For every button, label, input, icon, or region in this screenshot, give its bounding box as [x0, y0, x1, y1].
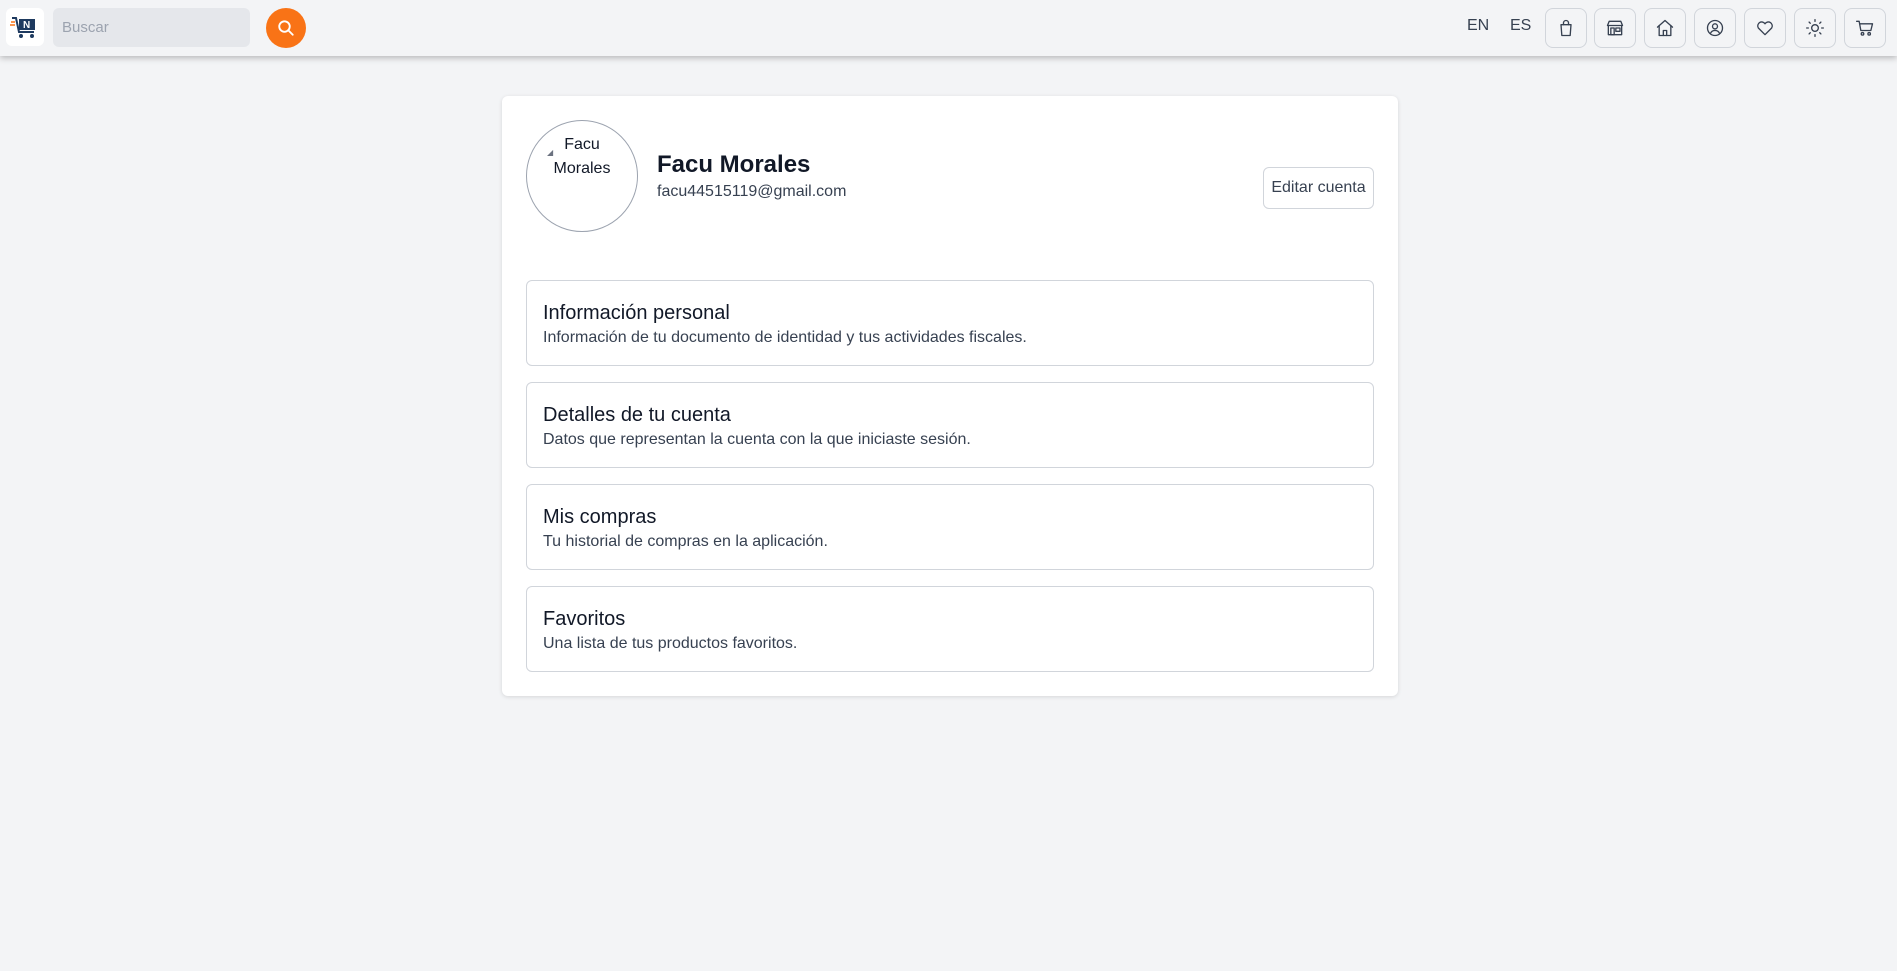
- section-favorites[interactable]: Favoritos Una lista de tus productos fav…: [526, 586, 1374, 672]
- search-icon: [278, 20, 294, 36]
- sun-icon: [1806, 19, 1824, 37]
- search-input[interactable]: [53, 8, 250, 47]
- store-icon: [1606, 20, 1624, 36]
- stores-button[interactable]: [1594, 8, 1636, 48]
- section-title: Mis compras: [543, 506, 657, 528]
- products-button[interactable]: [1545, 8, 1587, 48]
- home-button[interactable]: [1644, 8, 1686, 48]
- section-title: Información personal: [543, 302, 730, 324]
- section-personal-info[interactable]: Información personal Información de tu d…: [526, 280, 1374, 366]
- cart-button[interactable]: [1844, 8, 1886, 48]
- section-my-purchases[interactable]: Mis compras Tu historial de compras en l…: [526, 484, 1374, 570]
- heart-icon: [1757, 21, 1773, 36]
- section-description: Datos que representan la cuenta con la q…: [543, 431, 971, 448]
- search-button[interactable]: [266, 8, 306, 48]
- cart-logo-icon: N: [10, 17, 35, 38]
- svg-text:N: N: [23, 20, 30, 31]
- home-icon: [1656, 19, 1674, 37]
- broken-image-icon: ◢: [547, 148, 554, 157]
- top-navbar: N EN ES: [0, 0, 1897, 56]
- section-description: Información de tu documento de identidad…: [543, 329, 1027, 346]
- edit-account-button[interactable]: Editar cuenta: [1263, 167, 1374, 209]
- lang-en-link[interactable]: EN: [1467, 17, 1489, 35]
- section-account-details[interactable]: Detalles de tu cuenta Datos que represen…: [526, 382, 1374, 468]
- cart-icon: [1856, 20, 1874, 36]
- shopping-bag-icon: [1560, 19, 1572, 37]
- theme-toggle-button[interactable]: [1794, 8, 1836, 48]
- section-title: Favoritos: [543, 608, 626, 630]
- favorites-button[interactable]: [1744, 8, 1786, 48]
- user-circle-icon: [1706, 19, 1724, 37]
- section-title: Detalles de tu cuenta: [543, 404, 731, 426]
- profile-card: ◢ Facu Morales Facu Morales facu44515119…: [502, 96, 1398, 696]
- avatar-alt-text: Facu Morales: [553, 136, 611, 177]
- section-description: Tu historial de compras en la aplicación…: [543, 533, 828, 550]
- profile-button[interactable]: [1694, 8, 1736, 48]
- lang-es-link[interactable]: ES: [1510, 17, 1531, 35]
- section-description: Una lista de tus productos favoritos.: [543, 635, 798, 652]
- avatar: ◢ Facu Morales: [526, 120, 638, 232]
- user-email: facu44515119@gmail.com: [657, 183, 847, 200]
- user-name: Facu Morales: [657, 151, 811, 178]
- app-logo[interactable]: N: [6, 8, 44, 46]
